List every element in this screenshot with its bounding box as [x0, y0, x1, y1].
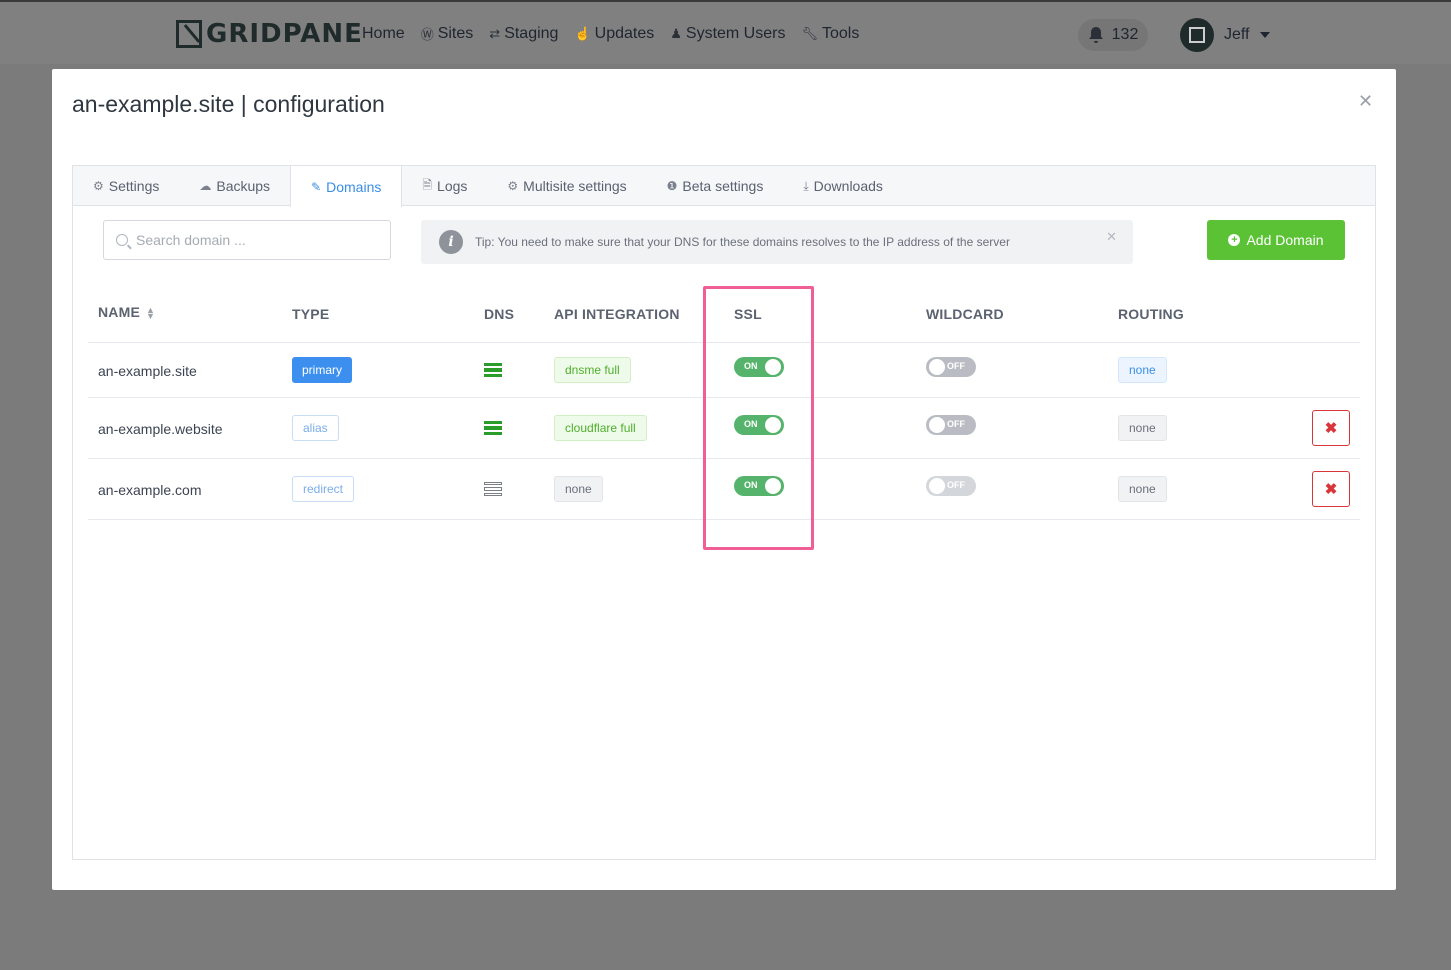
close-icon: ✖ — [1324, 481, 1338, 498]
gear-icon: ⚙ — [93, 179, 104, 193]
configuration-modal: an-example.site | configuration ✕ ⚙ Setti… — [52, 69, 1396, 890]
divider — [88, 519, 1360, 520]
api-integration-badge: none — [554, 476, 603, 502]
header-api-integration: API INTEGRATION — [554, 306, 680, 322]
add-domain-button[interactable]: + Add Domain — [1207, 220, 1345, 260]
users-icon: ♟ — [670, 25, 682, 41]
avatar — [1180, 18, 1214, 52]
avatar-logo-icon — [1189, 27, 1205, 43]
tab-backups[interactable]: ☁ Backups — [179, 166, 290, 206]
dns-server-icon — [484, 482, 502, 496]
gridpane-logo-mark-icon — [176, 20, 202, 48]
dismiss-tip-icon[interactable]: ✕ — [1106, 229, 1117, 245]
notifications-button[interactable]: 132 — [1078, 19, 1148, 51]
header-routing: ROUTING — [1118, 306, 1184, 322]
user-menu[interactable]: Jeff — [1180, 18, 1270, 52]
info-circle-icon: ❶ — [666, 179, 678, 193]
type-badge: primary — [292, 357, 353, 383]
domain-name: an-example.site — [98, 363, 197, 379]
api-integration-badge: cloudflare full — [554, 415, 647, 441]
info-icon: i — [439, 230, 463, 254]
ssl-toggle[interactable]: ON — [734, 357, 784, 377]
type-badge: redirect — [292, 476, 355, 502]
sort-icon: ▲ ▼ — [146, 305, 156, 322]
tab-bar: ⚙ Settings ☁ Backups ✎ Domains 🗎 Logs ⚙ Multi… — [73, 166, 1375, 207]
top-navbar: GRIDPANE Home Ⓦ Sites ⇄ Staging ☝ Updates ♟… — [0, 0, 1451, 64]
main-nav: Home Ⓦ Sites ⇄ Staging ☝ Updates ♟ System Us… — [362, 24, 859, 43]
header-ssl: SSL — [734, 306, 762, 322]
tab-settings[interactable]: ⚙ Settings — [73, 166, 179, 206]
bell-icon — [1088, 27, 1103, 43]
wildcard-toggle[interactable]: OFF — [926, 415, 976, 435]
thumbs-up-icon: ☝ — [574, 25, 591, 41]
close-icon: ✖ — [1324, 420, 1338, 437]
header-dns: DNS — [484, 306, 515, 322]
search-domain-field — [103, 220, 391, 260]
nav-updates[interactable]: ☝ Updates — [574, 24, 654, 43]
api-integration-badge: dnsme full — [554, 357, 631, 383]
divider — [88, 397, 1360, 398]
nav-system-users[interactable]: ♟ System Users — [670, 24, 785, 43]
routing-badge[interactable]: none — [1118, 476, 1167, 502]
plus-circle-icon: + — [1228, 234, 1241, 246]
nav-home[interactable]: Home — [362, 24, 405, 43]
wildcard-toggle[interactable]: OFF — [926, 476, 976, 496]
modal-title: an-example.site | configuration — [72, 91, 385, 117]
edit-icon: ✎ — [311, 179, 322, 194]
tab-downloads[interactable]: ⤓ Downloads — [783, 166, 903, 206]
domain-name: an-example.com — [98, 482, 202, 498]
cloud-upload-icon: ☁ — [199, 179, 212, 193]
wildcard-toggle[interactable]: OFF — [926, 357, 976, 377]
logo-text: GRIDPANE — [206, 19, 363, 49]
tab-multisite-settings[interactable]: ⚙ Multisite settings — [487, 166, 646, 206]
header-wildcard: WILDCARD — [926, 306, 1004, 322]
delete-domain-button[interactable]: ✖ — [1312, 471, 1350, 507]
dns-tip-alert: i Tip: You need to make sure that your D… — [421, 220, 1133, 264]
close-modal-icon[interactable]: ✕ — [1358, 91, 1373, 112]
caret-down-icon — [1259, 32, 1270, 38]
config-panel: ⚙ Settings ☁ Backups ✎ Domains 🗎 Logs ⚙ Multi… — [72, 165, 1376, 860]
ssl-toggle[interactable]: ON — [734, 476, 784, 496]
nav-tools[interactable]: 🔧︎ Tools — [801, 24, 859, 43]
tab-logs[interactable]: 🗎 Logs — [402, 166, 487, 206]
nav-sites[interactable]: Ⓦ Sites — [421, 24, 474, 43]
divider — [88, 342, 1360, 343]
domain-name: an-example.website — [98, 421, 223, 437]
gridpane-logo[interactable]: GRIDPANE — [176, 18, 363, 50]
gear-icon: ⚙ — [507, 179, 519, 193]
divider — [88, 458, 1360, 459]
dns-server-icon — [484, 421, 502, 435]
routing-badge[interactable]: none — [1118, 415, 1167, 441]
search-icon — [116, 234, 128, 246]
nav-staging[interactable]: ⇄ Staging — [489, 24, 558, 43]
wordpress-icon: Ⓦ — [420, 27, 434, 42]
tab-domains[interactable]: ✎ Domains — [290, 166, 403, 207]
dns-server-icon — [484, 363, 502, 377]
notification-count: 132 — [1111, 26, 1139, 43]
tab-beta-settings[interactable]: ❶ Beta settings — [647, 166, 784, 206]
routing-badge[interactable]: none — [1118, 357, 1167, 383]
type-badge: alias — [292, 415, 339, 441]
header-type: TYPE — [292, 306, 330, 322]
wrench-icon: 🔧︎ — [801, 25, 818, 41]
user-name: Jeff — [1224, 26, 1250, 43]
file-icon: 🗎 — [422, 177, 433, 192]
ssl-toggle[interactable]: ON — [734, 415, 784, 435]
header-name[interactable]: NAME ▲ ▼ — [98, 304, 156, 322]
delete-domain-button[interactable]: ✖ — [1312, 410, 1350, 446]
tip-text: Tip: You need to make sure that your DNS… — [475, 235, 1010, 249]
download-icon: ⤓ — [803, 178, 809, 193]
search-domain-input[interactable] — [136, 232, 376, 248]
retweet-icon: ⇄ — [489, 25, 501, 41]
